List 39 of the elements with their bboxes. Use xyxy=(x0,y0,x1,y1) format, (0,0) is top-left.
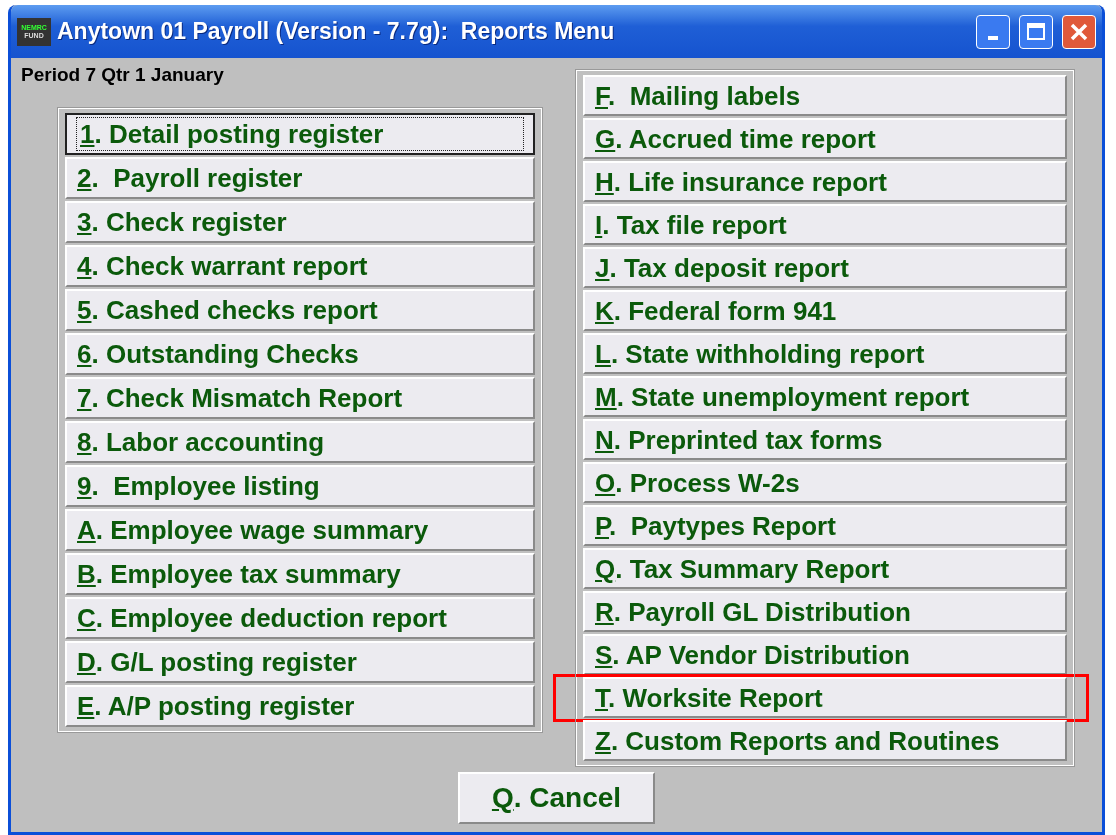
menu-button[interactable]: L. State withholding report xyxy=(583,333,1067,374)
window-title: Anytown 01 Payroll (Version - 7.7g): Reports Menu xyxy=(57,18,616,45)
period-label: Period 7 Qtr 1 January xyxy=(21,64,225,87)
menu-button[interactable]: 8. Labor accounting xyxy=(65,421,535,463)
menu-button[interactable]: C. Employee deduction report xyxy=(65,597,535,639)
menu-button[interactable]: H. Life insurance report xyxy=(583,161,1067,202)
menu-button[interactable]: B. Employee tax summary xyxy=(65,553,535,595)
menu-button[interactable]: 7. Check Mismatch Report xyxy=(65,377,535,419)
menu-button[interactable]: O. Process W-2s xyxy=(583,462,1067,503)
menu-button[interactable]: 3. Check register xyxy=(65,201,535,243)
menu-button[interactable]: M. State unemployment report xyxy=(583,376,1067,417)
menu-button[interactable]: A. Employee wage summary xyxy=(65,509,535,551)
cancel-button[interactable]: Q. Cancel xyxy=(458,772,655,824)
menu-button[interactable]: 4. Check warrant report xyxy=(65,245,535,287)
menu-button[interactable]: J. Tax deposit report xyxy=(583,247,1067,288)
menu-button[interactable]: 1. Detail posting register xyxy=(65,113,535,155)
minimize-button[interactable] xyxy=(976,14,1010,49)
menu-button[interactable]: K. Federal form 941 xyxy=(583,290,1067,331)
menu-button[interactable]: E. A/P posting register xyxy=(65,685,535,727)
menu-button[interactable]: S. AP Vendor Distribution xyxy=(583,634,1067,675)
minimize-icon xyxy=(988,35,998,40)
close-button[interactable] xyxy=(1062,14,1096,49)
menu-button[interactable]: 6. Outstanding Checks xyxy=(65,333,535,375)
menu-button[interactable]: Q. Tax Summary Report xyxy=(583,548,1067,589)
maximize-icon xyxy=(1026,21,1046,42)
menu-button[interactable]: 9. Employee listing xyxy=(65,465,535,507)
menu-button[interactable]: D. G/L posting register xyxy=(65,641,535,683)
menu-button[interactable]: G. Accrued time report xyxy=(583,118,1067,159)
menu-button[interactable]: Z. Custom Reports and Routines xyxy=(583,720,1067,761)
maximize-button[interactable] xyxy=(1019,14,1053,49)
menu-button[interactable]: 2. Payroll register xyxy=(65,157,535,199)
menu-button[interactable]: F. Mailing labels xyxy=(583,75,1067,116)
menu-button[interactable]: N. Preprinted tax forms xyxy=(583,419,1067,460)
close-icon xyxy=(1069,21,1089,42)
menu-button[interactable]: T. Worksite Report xyxy=(583,677,1067,718)
menu-button[interactable]: P. Paytypes Report xyxy=(583,505,1067,546)
menu-button[interactable]: R. Payroll GL Distribution xyxy=(583,591,1067,632)
menu-button[interactable]: I. Tax file report xyxy=(583,204,1067,245)
menu-button[interactable]: 5. Cashed checks report xyxy=(65,289,535,331)
